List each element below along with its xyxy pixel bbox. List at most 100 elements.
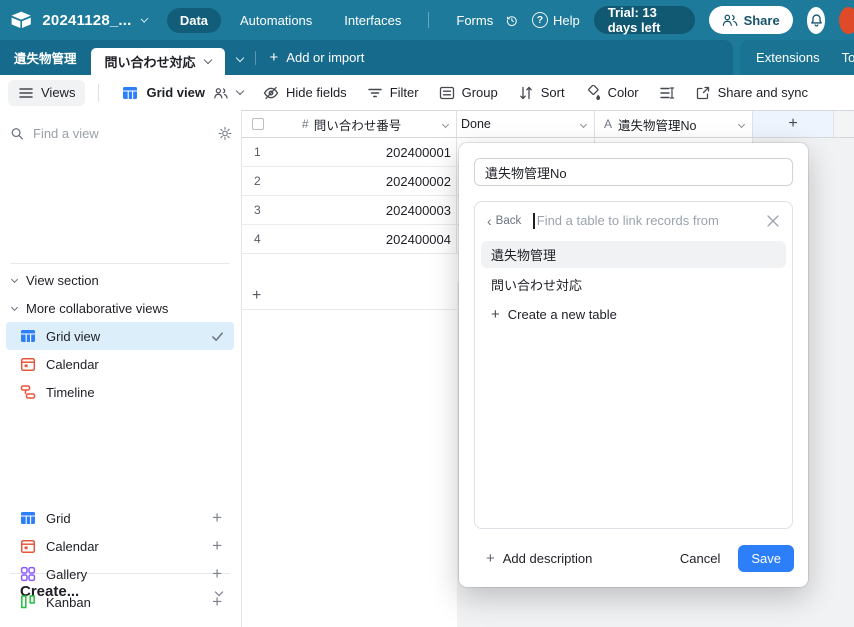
create-gallery-row[interactable]: Gallery + <box>20 561 222 587</box>
base-title[interactable]: 20241128_... <box>42 12 131 29</box>
row-number: 2 <box>242 174 276 188</box>
table-tab-chevron-icon <box>203 56 211 64</box>
cell-value[interactable]: 202400003 <box>386 203 456 218</box>
cell-value[interactable]: 202400001 <box>386 145 456 160</box>
header-filler <box>834 111 854 137</box>
color-button[interactable]: Color <box>575 80 649 106</box>
table-tab-toiawase-active[interactable]: 問い合わせ対応 <box>91 48 225 75</box>
plus-icon[interactable]: + <box>212 536 222 556</box>
menu-icon <box>18 85 34 101</box>
sort-icon <box>518 85 534 101</box>
create-grid-row[interactable]: Grid + <box>20 505 222 531</box>
link-table-list: 遺失物管理 問い合わせ対応 + Create a new table <box>475 239 792 333</box>
plus-icon[interactable]: + <box>212 508 222 528</box>
sidebar-view-grid[interactable]: Grid view <box>6 322 234 350</box>
create-kanban-row[interactable]: Kanban + <box>20 589 222 615</box>
share-label: Share <box>744 13 780 28</box>
add-row-button[interactable]: + <box>242 282 457 310</box>
views-button[interactable]: Views <box>8 80 85 106</box>
row-height-button[interactable] <box>649 80 685 106</box>
table-name: 問い合わせ対応 <box>491 275 582 294</box>
nav-tab-interfaces[interactable]: Interfaces <box>331 8 414 33</box>
table-name: 遺失物管理 <box>491 245 556 264</box>
back-button[interactable]: ‹ Back <box>487 214 521 228</box>
hide-fields-button[interactable]: Hide fields <box>253 80 357 106</box>
cell-value[interactable]: 202400004 <box>386 232 456 247</box>
row-number: 4 <box>242 232 276 246</box>
section-view-section[interactable]: View section <box>12 273 99 288</box>
plus-icon: + <box>252 287 261 305</box>
share-and-sync-button[interactable]: Share and sync <box>685 80 818 106</box>
cell-value[interactable]: 202400002 <box>386 174 456 189</box>
chevron-down-icon[interactable] <box>442 120 449 127</box>
sidebar-view-calendar[interactable]: Calendar <box>6 350 234 378</box>
select-all-checkbox[interactable] <box>252 118 264 130</box>
help-button[interactable]: ? Help <box>532 12 580 28</box>
plus-icon[interactable]: + <box>212 592 222 612</box>
grid-view-label: Grid view <box>146 85 205 100</box>
nav-tab-automations[interactable]: Automations <box>227 8 325 33</box>
create-new-table-button[interactable]: + Create a new table <box>481 301 786 328</box>
user-avatar[interactable] <box>839 7 854 34</box>
add-column-button[interactable]: + <box>753 111 834 137</box>
share-button[interactable]: Share <box>709 6 793 34</box>
toolbar-divider <box>98 84 99 102</box>
nav-tab-data[interactable]: Data <box>167 8 221 33</box>
filter-button[interactable]: Filter <box>357 80 429 106</box>
section-more-collaborative-views[interactable]: More collaborative views <box>12 301 168 316</box>
column-label: 遺失物管理No <box>618 115 696 134</box>
group-button[interactable]: Group <box>429 80 508 106</box>
search-icon <box>10 126 24 141</box>
save-button[interactable]: Save <box>738 545 794 572</box>
extensions-button[interactable]: Extensions <box>756 50 820 65</box>
close-icon[interactable] <box>766 214 780 228</box>
column-header-primary[interactable]: # 問い合わせ番号 <box>242 111 457 137</box>
tabbar-right-section: Extensions Tools <box>740 40 854 75</box>
base-title-chevron-icon[interactable] <box>140 15 148 23</box>
link-table-panel: ‹ Back 遺失物管理 問い合わせ対応 + Create a new tabl… <box>474 201 793 529</box>
link-table-search-input[interactable] <box>537 213 766 228</box>
add-description-label: Add description <box>503 551 593 566</box>
back-label: Back <box>496 215 522 227</box>
chevron-down-icon[interactable] <box>580 120 587 127</box>
airtable-logo-icon <box>10 8 32 32</box>
grid-view-icon <box>20 328 36 344</box>
table-tabbar: 遺失物管理 問い合わせ対応 + Add or import Extensions… <box>0 40 854 75</box>
number-field-icon: # <box>302 117 309 131</box>
table-tab-ishitsubutsu[interactable]: 遺失物管理 <box>0 40 91 75</box>
plus-icon: + <box>788 115 797 133</box>
plus-icon[interactable]: + <box>212 564 222 584</box>
gear-icon[interactable] <box>218 126 232 141</box>
view-search-input[interactable] <box>33 126 209 141</box>
create-item-label: Kanban <box>46 595 91 610</box>
view-toolbar: Views Grid view Hide fields Filter <box>0 75 854 110</box>
grid-view-switcher[interactable]: Grid view <box>112 80 253 106</box>
table-list-chevron-button[interactable] <box>225 40 255 75</box>
sidebar-view-timeline[interactable]: Timeline <box>6 378 234 406</box>
list-item-table[interactable]: 遺失物管理 <box>481 241 786 268</box>
cancel-button[interactable]: Cancel <box>670 545 730 572</box>
row-height-icon <box>659 85 675 101</box>
create-calendar-row[interactable]: Calendar + <box>20 533 222 559</box>
nav-tab-forms[interactable]: Forms <box>443 8 506 33</box>
column-header-link[interactable]: A 遺失物管理No <box>595 111 753 137</box>
views-sidebar: View section More collaborative views Gr… <box>0 110 242 627</box>
add-or-import-label: Add or import <box>286 50 364 65</box>
share-and-sync-label: Share and sync <box>718 85 808 100</box>
field-name-input[interactable] <box>474 158 793 186</box>
help-label: Help <box>553 13 580 28</box>
column-header-done[interactable]: Done <box>457 111 595 137</box>
calendar-icon <box>20 356 36 372</box>
row-number: 3 <box>242 203 276 217</box>
history-icon[interactable] <box>506 12 518 29</box>
add-description-button[interactable]: + Add description <box>486 551 592 566</box>
trial-badge[interactable]: Trial: 13 days left <box>594 6 695 34</box>
tools-button[interactable]: Tools <box>842 50 854 65</box>
notifications-button[interactable] <box>807 7 826 34</box>
list-item-table[interactable]: 問い合わせ対応 <box>481 271 786 298</box>
sort-button[interactable]: Sort <box>508 80 575 106</box>
add-or-import-button[interactable]: + Add or import <box>256 40 379 75</box>
group-icon <box>439 85 455 101</box>
chevron-down-icon[interactable] <box>738 120 745 127</box>
table-tab-label: 問い合わせ対応 <box>105 52 196 71</box>
